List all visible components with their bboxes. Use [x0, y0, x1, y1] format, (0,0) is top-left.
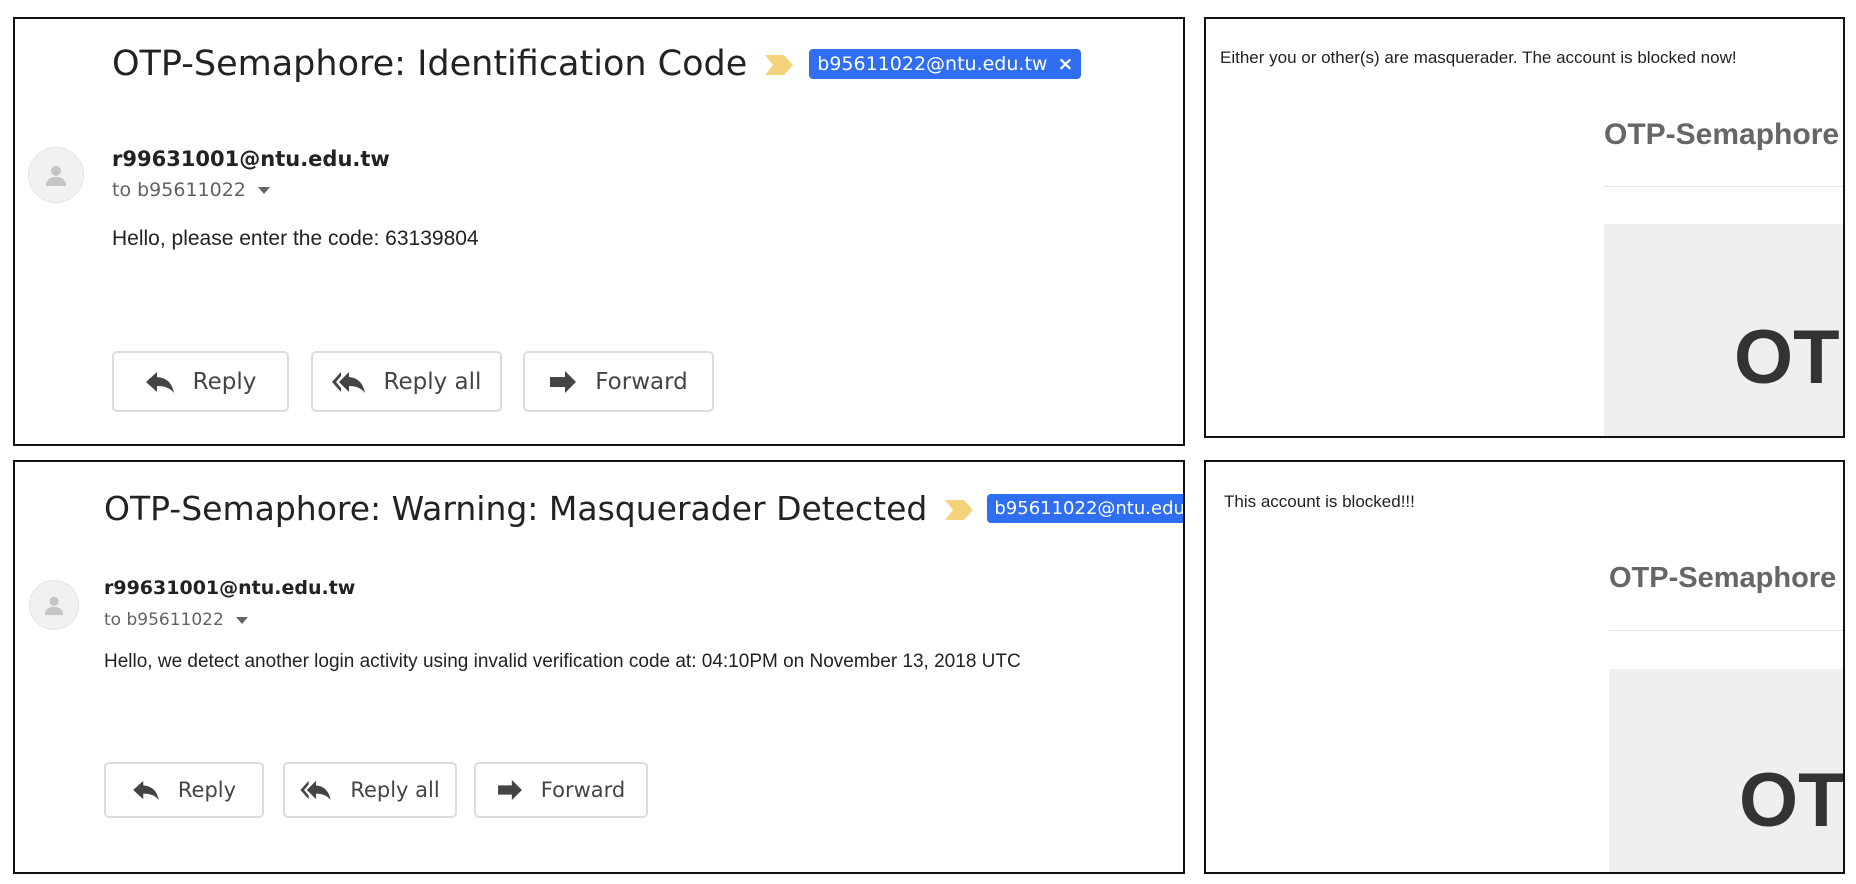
sender-avatar	[28, 147, 84, 203]
email-subject-row: OTP-Semaphore: Identification Code b9561…	[112, 39, 1082, 89]
recipients-caret-icon[interactable]	[257, 186, 270, 194]
email-subject: OTP-Semaphore: Warning: Masquerader Dete…	[104, 488, 928, 528]
forward-button[interactable]: Forward	[523, 351, 714, 412]
recipients-line[interactable]: to b95611022	[104, 610, 248, 630]
reply-all-button[interactable]: Reply all	[283, 762, 457, 818]
email-panel-masquerader-warning: OTP-Semaphore: Warning: Masquerader Dete…	[13, 460, 1185, 874]
title-divider	[1604, 186, 1843, 187]
blocked-page-account-blocked: This account is blocked!!! OTP-Semaphore…	[1204, 460, 1845, 874]
sender-avatar	[29, 580, 79, 630]
reply-button[interactable]: Reply	[112, 351, 289, 412]
recipients-text: to b95611022	[112, 179, 246, 201]
card-heading: OT	[1739, 758, 1845, 843]
reply-icon	[145, 371, 174, 393]
blocked-message: This account is blocked!!!	[1224, 492, 1415, 511]
reply-label: Reply	[192, 368, 257, 395]
reply-label: Reply	[177, 778, 237, 802]
email-body: Hello, we detect another login activity …	[104, 651, 1021, 672]
label-chip-text: b95611022@ntu.edu.tw	[817, 53, 1048, 75]
importance-marker-icon[interactable]	[945, 489, 974, 528]
forward-button[interactable]: Forward	[474, 762, 648, 818]
reply-all-label: Reply all	[383, 368, 482, 395]
reply-all-button[interactable]: Reply all	[311, 351, 502, 412]
blocked-page-masquerader: Either you or other(s) are masquerader. …	[1204, 17, 1845, 438]
forward-icon	[497, 779, 522, 801]
app-title: OTP-Semaphore	[1609, 562, 1837, 594]
forward-label: Forward	[595, 368, 688, 395]
reply-icon	[133, 780, 159, 801]
chip-close-icon[interactable]: ×	[1057, 53, 1073, 75]
recipients-caret-icon[interactable]	[235, 616, 248, 624]
sender-address[interactable]: r99631001@ntu.edu.tw	[104, 577, 355, 599]
importance-marker-icon[interactable]	[765, 44, 794, 84]
login-card: OT	[1609, 669, 1845, 872]
reply-all-icon	[331, 371, 365, 393]
login-card: OT	[1604, 224, 1843, 436]
recipients-text: to b95611022	[104, 610, 224, 630]
reply-button[interactable]: Reply	[104, 762, 264, 818]
email-subject: OTP-Semaphore: Identification Code	[112, 44, 748, 84]
recipients-line[interactable]: to b95611022	[112, 179, 270, 201]
title-divider	[1609, 630, 1843, 631]
app-title: OTP-Semaphore	[1604, 118, 1840, 151]
avatar-person-icon	[46, 166, 66, 186]
label-chip[interactable]: b95611022@ntu.edu.tw ×	[809, 49, 1082, 79]
label-chip-text: b95611022@ntu.edu.tw	[994, 497, 1185, 519]
reply-all-label: Reply all	[350, 778, 440, 802]
reply-all-icon	[300, 780, 331, 801]
email-subject-row: OTP-Semaphore: Warning: Masquerader Dete…	[104, 485, 1185, 531]
label-chip[interactable]: b95611022@ntu.edu.tw ×	[987, 493, 1185, 523]
email-panel-identification-code: OTP-Semaphore: Identification Code b9561…	[13, 17, 1185, 446]
blocked-message: Either you or other(s) are masquerader. …	[1220, 48, 1737, 67]
sender-address[interactable]: r99631001@ntu.edu.tw	[112, 147, 390, 171]
avatar-person-icon	[44, 596, 64, 616]
forward-icon	[550, 370, 577, 393]
card-heading: OT	[1734, 315, 1840, 400]
email-body: Hello, please enter the code: 63139804	[112, 227, 479, 250]
forward-label: Forward	[540, 778, 626, 802]
